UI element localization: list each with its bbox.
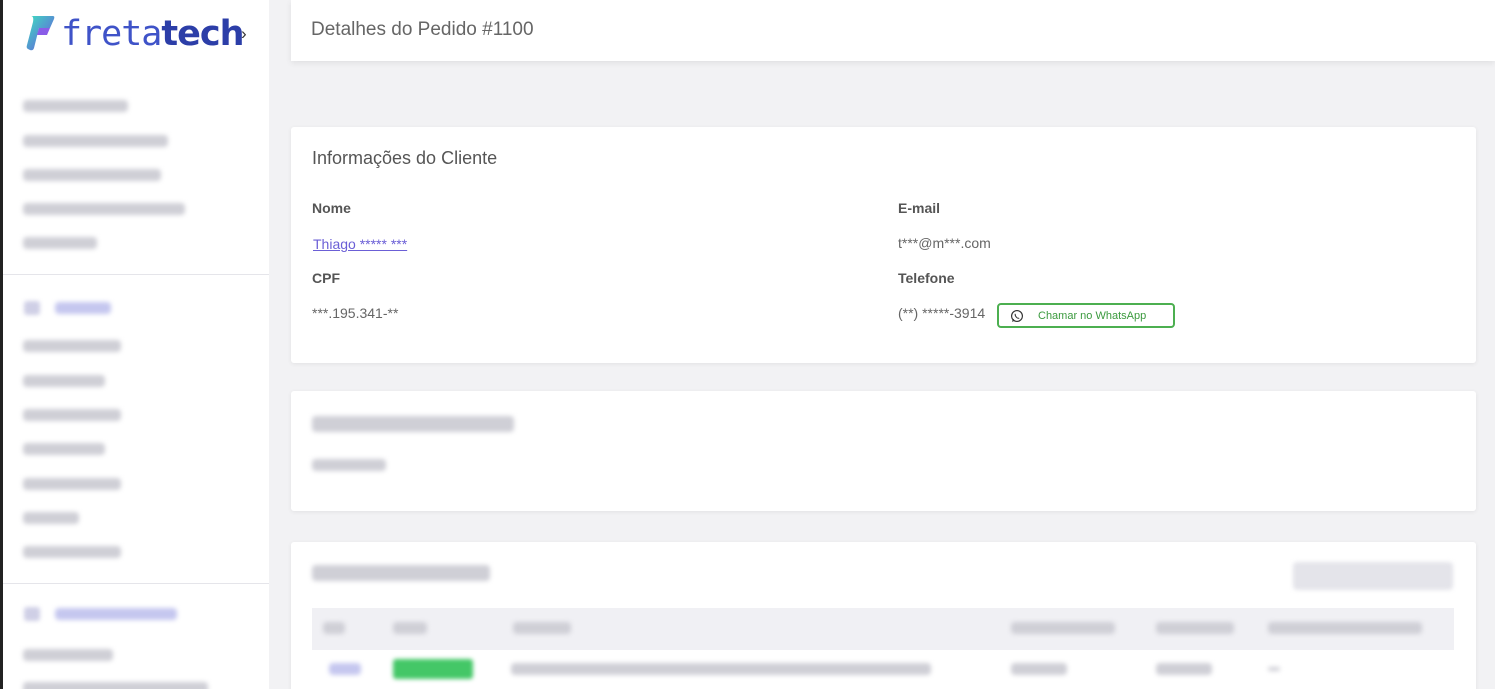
sidebar: fretatech › [3,0,269,689]
table-cell [511,663,931,675]
page-title: Detalhes do Pedido #1100 [311,19,534,40]
sidebar-divider [3,274,269,275]
table-header-cell [1268,622,1422,634]
services-card [291,542,1476,689]
sidebar-item[interactable] [23,169,161,181]
table-row-link[interactable] [329,663,361,675]
sidebar-item[interactable] [23,478,121,490]
table-cell [1156,663,1212,675]
sidebar-item[interactable] [23,237,97,249]
table-header-cell [393,622,427,634]
whatsapp-button-label: Chamar no WhatsApp [1038,309,1147,322]
sidebar-item[interactable] [23,135,168,147]
sidebar-item[interactable] [23,546,121,558]
sidebar-item[interactable] [23,203,185,215]
table-cell [1011,663,1067,675]
whatsapp-button[interactable]: Chamar no WhatsApp [997,303,1175,328]
redacted-title [312,565,490,581]
chevron-right-icon[interactable]: › [241,24,247,44]
logo-wordmark: fretatech [61,14,245,54]
status-badge [393,659,473,679]
whatsapp-icon [1011,309,1023,322]
section-icon [24,607,40,621]
phone-value: (**) *****-3914 [898,305,986,321]
section-icon [24,301,40,315]
sidebar-section-header[interactable] [55,608,177,620]
logo-mark-icon [26,16,55,51]
sidebar-section-header[interactable] [55,302,111,314]
name-label: Nome [312,200,351,216]
table-header-cell [513,622,571,634]
sidebar-item[interactable] [23,100,128,112]
table-header-cell [1011,622,1115,634]
client-name-link[interactable]: Thiago ***** *** [313,236,407,252]
cpf-value: ***.195.341-** [312,305,399,321]
sidebar-divider [3,583,269,584]
page-header: Detalhes do Pedido #1100 [291,0,1495,61]
sidebar-item[interactable] [23,409,121,421]
sidebar-item[interactable] [23,512,79,524]
sidebar-item[interactable] [23,375,105,387]
table-header-cell [323,622,345,634]
client-info-card: Informações do Cliente Nome Thiago *****… [291,127,1476,363]
table-header-cell [1156,622,1234,634]
redacted-title [312,416,514,432]
sidebar-item[interactable] [23,443,105,455]
cpf-label: CPF [312,270,340,286]
sidebar-item[interactable] [23,682,208,689]
email-value: t***@m***.com [898,235,991,251]
brand-logo[interactable]: fretatech [25,14,245,54]
email-label: E-mail [898,200,941,216]
sidebar-item[interactable] [23,649,113,661]
redacted-card [291,391,1476,511]
sidebar-item[interactable] [23,340,121,352]
card-title: Informações do Cliente [312,148,498,168]
table-cell [1268,667,1280,671]
redacted-action-button[interactable] [1293,562,1453,590]
phone-label: Telefone [898,270,955,286]
redacted-value [312,459,386,471]
